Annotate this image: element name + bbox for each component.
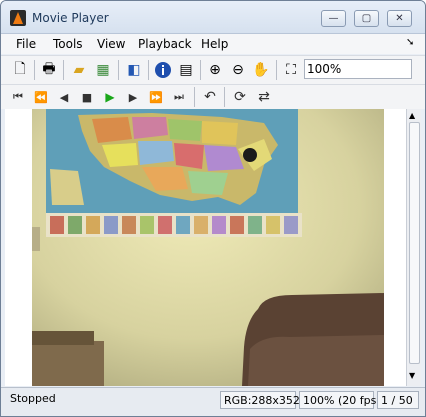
matlab-logo-icon <box>10 10 26 26</box>
print-icon[interactable]: 🖶 <box>39 60 59 80</box>
dock-arrow-icon[interactable]: ➘ <box>406 37 414 48</box>
menu-file[interactable]: File <box>16 37 36 51</box>
status-frame: 1 / 50 <box>377 391 419 409</box>
toolbar-separator <box>200 60 201 80</box>
zoom-out-icon[interactable]: ⊖ <box>228 60 248 80</box>
step-forward-icon[interactable]: ▶ <box>123 87 143 107</box>
new-icon[interactable]: 🗋 <box>10 60 30 80</box>
playback-toolbar: ⏮ ⏪ ◀ ■ ▶ ▶ ⏩ ⏭ ↶ ⟳ ⇄ <box>1 84 425 109</box>
open-icon[interactable]: ▰ <box>69 60 89 80</box>
play-icon[interactable]: ▶ <box>100 87 120 107</box>
toolbar-separator <box>194 87 195 107</box>
video-display-area <box>5 109 406 386</box>
toolbar-separator <box>276 60 277 80</box>
toolbar-separator <box>224 87 225 107</box>
video-frame-image <box>32 109 384 386</box>
export-icon[interactable]: ▦ <box>93 60 113 80</box>
jump-to-icon[interactable]: ↶ <box>200 87 220 107</box>
minimize-button[interactable]: — <box>321 10 346 27</box>
menu-help[interactable]: Help <box>201 37 228 51</box>
status-bar: Stopped RGB:288x352 100% (20 fps) 1 / 50 <box>1 387 425 416</box>
toolbar-separator <box>118 60 119 80</box>
movie-player-window: Movie Player — ▢ ✕ File Tools View Playb… <box>0 0 426 417</box>
title-bar[interactable]: Movie Player — ▢ ✕ <box>1 1 425 34</box>
properties-icon[interactable]: ▤ <box>176 60 196 80</box>
stop-icon[interactable]: ■ <box>77 87 97 107</box>
menu-playback[interactable]: Playback <box>138 37 192 51</box>
menu-tools[interactable]: Tools <box>53 37 83 51</box>
scroll-up-arrow-icon[interactable]: ▲ <box>409 111 415 120</box>
first-frame-icon[interactable]: ⏮ <box>8 87 28 107</box>
maximize-button[interactable]: ▢ <box>354 10 379 27</box>
status-speed: 100% (20 fps) <box>299 391 381 409</box>
info-icon[interactable] <box>153 60 173 80</box>
menu-view[interactable]: View <box>97 37 125 51</box>
info-icon-graphic <box>155 62 171 78</box>
video-frame <box>32 109 384 386</box>
toolbar-separator <box>63 60 64 80</box>
toolbar-separator <box>34 60 35 80</box>
pan-hand-icon[interactable]: ✋ <box>251 60 271 80</box>
main-toolbar: 🗋 🖶 ▰ ▦ ◧ ▤ ⊕ ⊖ ✋ ⛶ 100% <box>1 55 425 84</box>
colormap-icon[interactable]: ◧ <box>124 60 144 80</box>
zoom-level-field[interactable]: 100% <box>304 59 412 79</box>
menu-bar: File Tools View Playback Help ➘ <box>1 34 425 54</box>
last-frame-icon[interactable]: ⏭ <box>169 87 189 107</box>
step-back-icon[interactable]: ◀ <box>54 87 74 107</box>
window-title: Movie Player <box>32 11 109 25</box>
zoom-in-icon[interactable]: ⊕ <box>205 60 225 80</box>
status-format: RGB:288x352 <box>220 391 300 409</box>
rewind-icon[interactable]: ⏪ <box>31 87 51 107</box>
scroll-down-arrow-icon[interactable]: ▼ <box>409 371 415 380</box>
playback-direction-icon[interactable]: ⇄ <box>254 87 274 107</box>
close-button[interactable]: ✕ <box>387 10 412 27</box>
vertical-scrollbar[interactable]: ▲ ▼ <box>406 109 421 386</box>
fit-window-icon[interactable]: ⛶ <box>281 60 301 80</box>
status-text: Stopped <box>10 392 56 405</box>
fast-forward-icon[interactable]: ⏩ <box>146 87 166 107</box>
scroll-thumb[interactable] <box>409 122 420 364</box>
toolbar-separator <box>148 60 149 80</box>
loop-icon[interactable]: ⟳ <box>230 87 250 107</box>
